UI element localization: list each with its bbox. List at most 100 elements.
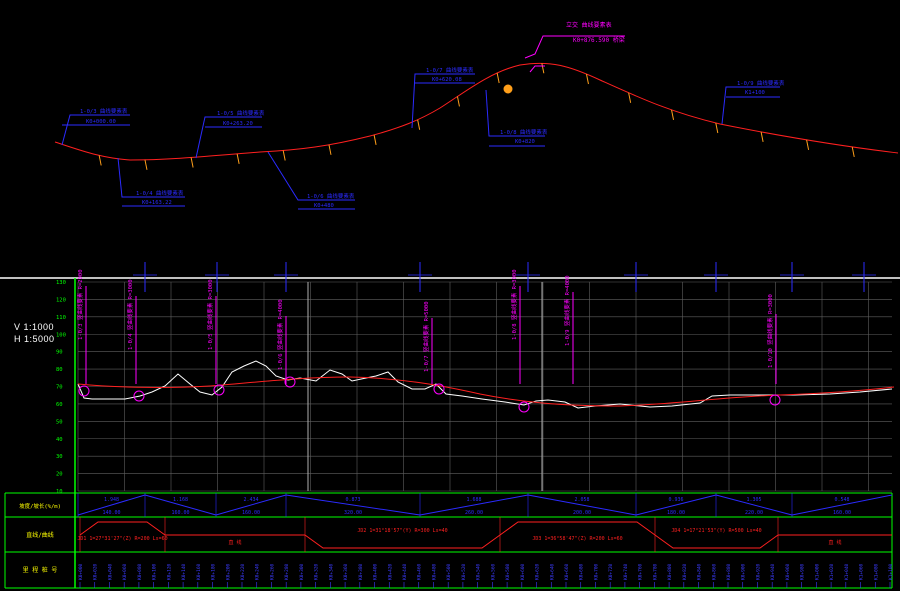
- plan-callout-title: 1-0/4 曲线要素表: [136, 189, 184, 197]
- row-label-alignment: 直线/曲线: [26, 531, 54, 539]
- station-label: K0+000: [78, 563, 84, 580]
- grade-segments: 1.948 140.00 1.168 160.00 2.434 160.00 0.873 32…: [77, 493, 893, 517]
- elevation-tick-label: 100: [56, 332, 66, 338]
- station-label: K0+840: [697, 563, 703, 580]
- alignment-label: JD1 1=27°31'27"(Z) R=200 Ls=60: [77, 536, 167, 542]
- elevation-tick-label: 80: [56, 367, 63, 373]
- plan-view: 立交 曲线要素表 K0+876.590 桥梁 1-0/3 曲线要素表 K0+00…: [54, 21, 899, 210]
- chainage-tick: [715, 122, 719, 134]
- station-label: K0+240: [255, 563, 261, 580]
- chainage-tick: [851, 146, 855, 158]
- plan-callout-value: K0+263.20: [223, 121, 253, 127]
- station-label: K0+860: [711, 563, 717, 580]
- station-label: K1+100: [888, 563, 894, 580]
- plan-callout-value: K0+820: [515, 139, 535, 145]
- grade-length: 180.00: [667, 510, 685, 516]
- plan-callout-title: 1-0/5 曲线要素表: [217, 109, 265, 117]
- chainage-tick: [236, 153, 240, 164]
- elevation-tick-labels: 10 20 30 40 50 60 70 80 90 100 110 120 130: [56, 280, 66, 495]
- station-label: K0+760: [638, 563, 644, 580]
- grade-value: 1.168: [173, 497, 188, 503]
- station-label: K0+980: [800, 563, 806, 580]
- station-label: K0+080: [137, 563, 143, 580]
- station-label: K0+660: [564, 563, 570, 580]
- station-label: K0+820: [682, 563, 688, 580]
- elevation-tick-label: 10: [56, 489, 63, 495]
- alignment-label: JD3 1=36°58'47"(Z) R=200 Ls=60: [532, 536, 622, 542]
- station-label: K0+420: [387, 563, 393, 580]
- station-label: K0+140: [181, 563, 187, 580]
- alignment-segments: JD1 1=27°31'27"(Z) R=200 Ls=60 直 线 JD2 1=3…: [77, 517, 892, 552]
- grade-length: 200.00: [573, 510, 591, 516]
- station-label: K0+400: [373, 563, 379, 580]
- station-label: K0+040: [107, 563, 113, 580]
- station-label: K0+740: [623, 563, 629, 580]
- grade-value: 0.936: [668, 497, 683, 503]
- elevation-tick-label: 120: [56, 297, 66, 303]
- row-label-stations: 里 程 桩 号: [23, 566, 58, 574]
- plan-callout-value: K0+480: [314, 203, 334, 209]
- grade-length: 220.00: [745, 510, 763, 516]
- plan-callout-value: K1+100: [745, 90, 765, 96]
- elevation-tick-label: 130: [56, 280, 66, 286]
- station-label: K1+000: [814, 563, 820, 580]
- chainage-tick: [456, 96, 460, 107]
- station-label: K0+360: [343, 563, 349, 580]
- station-label: K0+880: [726, 563, 732, 580]
- profile-callout-label: 1-0/7 竖曲线要素 R=5000: [422, 301, 430, 372]
- profile-callouts: 1-0/3 竖曲线要素 R=2000 1-0/4 竖曲线要素 R=3000 1-0/…: [76, 269, 777, 384]
- chainage-tick: [144, 159, 148, 170]
- plan-callout-value: K0+163.22: [142, 200, 172, 206]
- chainage-tick: [585, 73, 589, 85]
- plan-callout-title: 1-0/3 曲线要素表: [80, 107, 128, 115]
- grade-value: 0.873: [345, 497, 360, 503]
- alignment-curve: [499, 521, 656, 536]
- station-label: K0+440: [402, 563, 408, 580]
- grade-length: 140.00: [102, 510, 120, 516]
- elevation-tick-label: 30: [56, 454, 63, 460]
- elevation-tick-label: 90: [56, 350, 63, 356]
- profile-callout-label: 1-0/6 竖曲线要素 R=4000: [276, 299, 284, 370]
- station-label: K0+640: [549, 563, 555, 580]
- station-label: K0+960: [785, 563, 791, 580]
- station-label: K0+800: [667, 563, 673, 580]
- top-station-markers: [133, 262, 876, 292]
- station-label: K0+020: [93, 563, 99, 580]
- station-label: K0+120: [166, 563, 172, 580]
- grade-value: 1.948: [104, 497, 119, 503]
- alignment-curve: [654, 534, 779, 549]
- station-label: K0+480: [431, 563, 437, 580]
- plan-centerline: [54, 62, 899, 161]
- chainage-tick: [328, 144, 332, 155]
- profile-callout-label: 1-0/4 竖曲线要素 R=3000: [126, 279, 134, 350]
- chainage-tick: [373, 134, 377, 145]
- plan-callout-texts: 1-0/3 曲线要素表 K0+000.00 1-0/4 曲线要素表 K0+163…: [80, 66, 785, 209]
- station-label: K1+020: [829, 563, 835, 580]
- chainage-tick: [417, 119, 421, 130]
- station-label: K0+680: [579, 563, 585, 580]
- chainage-tick: [282, 150, 286, 161]
- alignment-curve: [79, 521, 166, 536]
- station-label: K0+620: [535, 563, 541, 580]
- plan-callout-value: K0+620.08: [432, 77, 462, 83]
- elevation-tick-label: 50: [56, 419, 63, 425]
- grade-length: 260.00: [465, 510, 483, 516]
- station-label: K0+560: [490, 563, 496, 580]
- grade-length: 160.00: [833, 510, 851, 516]
- design-grade-line: [77, 376, 895, 407]
- grade-value: 2.058: [574, 497, 589, 503]
- station-label: K0+160: [196, 563, 202, 580]
- station-labels: K0+000 K0+020 K0+040 K0+060 K0+080 K0+100 K0+1…: [78, 563, 894, 588]
- grade-length: 160.00: [171, 510, 189, 516]
- elevation-tick-label: 20: [56, 472, 63, 478]
- station-label: K0+720: [608, 563, 614, 580]
- row-label-grade: 坡度/坡长(%/m): [19, 502, 61, 510]
- chainage-tick: [671, 109, 675, 120]
- grade-length: 320.00: [344, 510, 362, 516]
- cad-drawing[interactable]: 立交 曲线要素表 K0+876.590 桥梁 1-0/3 曲线要素表 K0+00…: [0, 0, 900, 591]
- profile-callout-label: 1-0/5 竖曲线要素 R=3000: [206, 279, 214, 350]
- alignment-label: JD4 1=17°21'53"(Y) R=500 Ls=40: [671, 528, 761, 534]
- grade-value: 0.548: [834, 497, 849, 503]
- station-label: K0+780: [652, 563, 658, 580]
- station-label: K0+580: [505, 563, 511, 580]
